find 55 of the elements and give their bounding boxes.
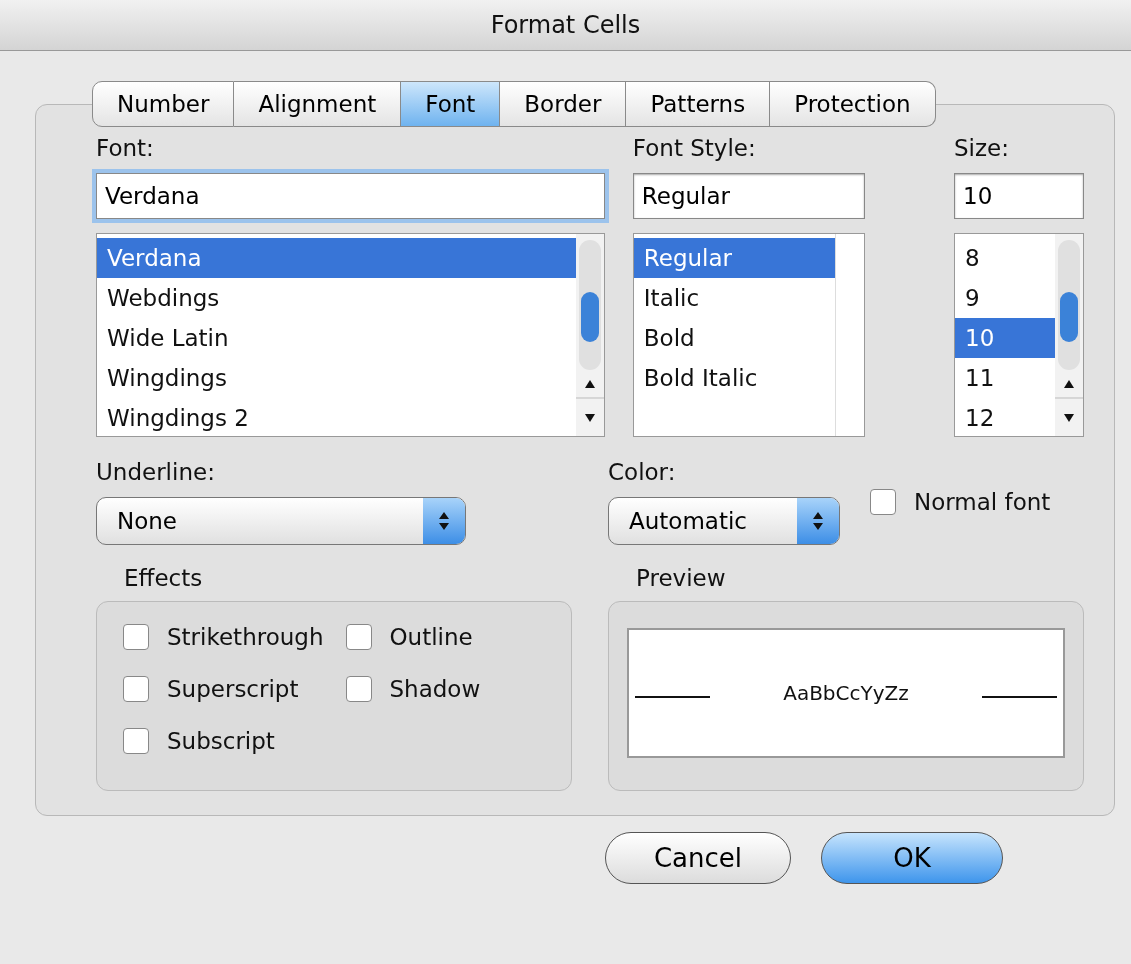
- tab[interactable]: Patterns: [626, 81, 771, 127]
- checkbox-label[interactable]: Normal font: [914, 489, 1051, 515]
- tab[interactable]: Number: [92, 81, 235, 127]
- list-item[interactable]: 11: [955, 358, 1055, 398]
- checkbox[interactable]: [123, 728, 149, 754]
- dropdown[interactable]: None: [96, 497, 466, 545]
- up-down-arrows-icon: [438, 510, 450, 532]
- input-field[interactable]: Verdana: [96, 173, 605, 219]
- checkbox-label[interactable]: Shadow: [389, 676, 481, 702]
- list-item[interactable]: Italic: [633, 278, 835, 318]
- list-item[interactable]: Webdings: [97, 278, 576, 318]
- list-item[interactable]: 8: [955, 238, 1055, 278]
- checkbox-label[interactable]: Outline: [389, 624, 473, 650]
- dropdown[interactable]: Automatic: [608, 497, 840, 545]
- preview-sample: AaBbCcYyZz: [783, 681, 909, 705]
- field-label: Font:: [96, 135, 154, 161]
- scrollbar[interactable]: [1055, 234, 1083, 436]
- list-item[interactable]: 12: [955, 398, 1055, 438]
- checkbox-label[interactable]: Subscript: [167, 728, 275, 754]
- checkbox-label[interactable]: Strikethrough: [167, 624, 324, 650]
- list-item[interactable]: Bold Italic: [633, 358, 835, 398]
- list-item[interactable]: Wingdings: [97, 358, 576, 398]
- field-label: Color:: [608, 459, 676, 485]
- checkbox[interactable]: [345, 624, 372, 650]
- list-box[interactable]: Regular Italic Bold Bold Italic: [632, 233, 865, 437]
- group-title: Preview: [636, 565, 727, 591]
- field-label: Font Style:: [632, 135, 756, 161]
- checkbox[interactable]: [870, 489, 896, 515]
- list-item[interactable]: Wingdings 2: [97, 398, 576, 438]
- list-item[interactable]: 10: [955, 318, 1055, 358]
- input-field[interactable]: Regular: [632, 173, 865, 219]
- checkbox[interactable]: [345, 676, 372, 702]
- window-title: Format Cells: [490, 11, 641, 39]
- field-label: Size:: [954, 135, 1009, 161]
- dialog-button[interactable]: Cancel: [605, 832, 791, 884]
- input-field[interactable]: 10: [954, 173, 1084, 219]
- field-label: Underline:: [96, 459, 215, 485]
- list-item[interactable]: Verdana: [97, 238, 576, 278]
- scrollbar[interactable]: [575, 234, 604, 436]
- tab[interactable]: Alignment: [234, 81, 402, 127]
- group-title: Effects: [124, 565, 204, 591]
- tab[interactable]: Border: [500, 81, 627, 127]
- list-item[interactable]: Bold: [633, 318, 835, 358]
- list-item[interactable]: 9: [955, 278, 1055, 318]
- list-item[interactable]: Wide Latin: [97, 318, 576, 358]
- up-down-arrows-icon: [812, 510, 824, 532]
- tab[interactable]: Font: [401, 81, 501, 127]
- list-item[interactable]: Regular: [633, 238, 835, 278]
- dialog-button[interactable]: OK: [821, 832, 1003, 884]
- checkbox[interactable]: [123, 624, 149, 650]
- tab[interactable]: Protection: [770, 81, 936, 127]
- list-box[interactable]: Verdana Webdings Wide Latin Wingdings Wingdings 2: [96, 233, 605, 437]
- list-box[interactable]: 8 9 10 11 12: [954, 233, 1084, 437]
- checkbox-label[interactable]: Superscript: [167, 676, 299, 702]
- checkbox[interactable]: [123, 676, 149, 702]
